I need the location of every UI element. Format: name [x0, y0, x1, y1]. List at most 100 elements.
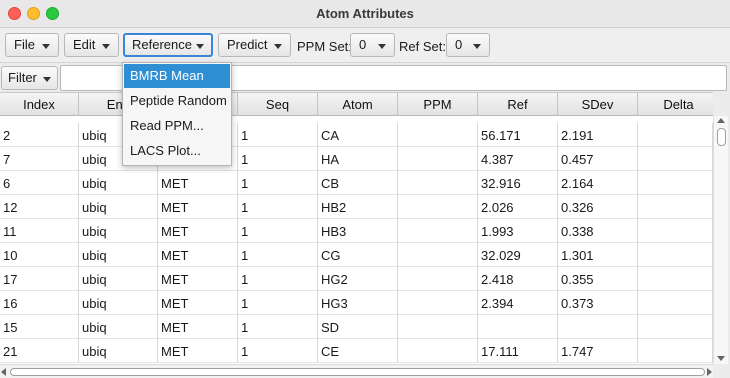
cell-seq: 1	[238, 339, 318, 363]
cell-delta	[638, 195, 713, 219]
cell-index: 11	[0, 219, 79, 243]
cell-sdev: 0.355	[558, 267, 638, 291]
cell-ppm[interactable]	[398, 315, 478, 339]
column-header-ppm[interactable]: PPM	[398, 93, 478, 116]
cell-entity: ubiq	[79, 171, 158, 195]
cell-residue: MET	[158, 315, 238, 339]
predict-menu-label: Predict	[227, 37, 268, 52]
column-header-seq[interactable]: Seq	[238, 93, 318, 116]
cell-ppm[interactable]	[398, 123, 478, 147]
cell-ref: 2.026	[478, 195, 558, 219]
table-row[interactable]: 17 ubiq MET 1 HG2 2.418 0.355	[0, 267, 713, 291]
cell-delta	[638, 243, 713, 267]
toolbar: File Edit Reference Predict PPM Set: 0 R…	[0, 29, 730, 63]
cell-ref: 56.171	[478, 123, 558, 147]
cell-ppm[interactable]	[398, 147, 478, 171]
title-bar: Atom Attributes	[0, 0, 730, 28]
edit-menu-button[interactable]: Edit	[64, 33, 119, 57]
column-header-atom[interactable]: Atom	[318, 93, 398, 116]
cell-atom: CA	[318, 123, 398, 147]
filter-bar: Filter	[0, 64, 730, 92]
cell-sdev: 0.338	[558, 219, 638, 243]
table-row[interactable]: 6 ubiq MET 1 CB 32.916 2.164	[0, 171, 713, 195]
table-row[interactable]: 7 ubiq 1 HA 4.387 0.457	[0, 147, 713, 171]
cell-delta	[638, 315, 713, 339]
cell-atom: CB	[318, 171, 398, 195]
file-menu-button[interactable]: File	[5, 33, 59, 57]
cell-ppm[interactable]	[398, 219, 478, 243]
cell-delta	[638, 123, 713, 147]
cell-seq: 1	[238, 123, 318, 147]
predict-menu-button[interactable]: Predict	[218, 33, 291, 57]
cell-delta	[638, 291, 713, 315]
column-header-delta[interactable]: Delta	[638, 93, 713, 116]
cell-sdev: 2.191	[558, 123, 638, 147]
cell-atom: HA	[318, 147, 398, 171]
filter-select[interactable]: Filter	[1, 66, 58, 90]
cell-index: 15	[0, 315, 79, 339]
cell-delta	[638, 147, 713, 171]
ppm-set-select[interactable]: 0	[350, 33, 395, 57]
scroll-up-icon[interactable]	[717, 118, 725, 123]
cell-ppm[interactable]	[398, 243, 478, 267]
menu-item-peptide-random[interactable]: Peptide Random	[124, 89, 230, 113]
horizontal-scrollbar[interactable]	[0, 364, 713, 378]
menu-item-lacs-plot[interactable]: LACS Plot...	[124, 139, 230, 163]
cell-seq: 1	[238, 243, 318, 267]
ref-set-label: Ref Set:	[399, 39, 446, 54]
cell-seq: 1	[238, 147, 318, 171]
table-row[interactable]: 10 ubiq MET 1 CG 32.029 1.301	[0, 243, 713, 267]
table-row[interactable]: 21 ubiq MET 1 CE 17.111 1.747	[0, 339, 713, 363]
cell-atom: HB3	[318, 219, 398, 243]
filter-label: Filter	[8, 70, 37, 85]
cell-sdev	[558, 315, 638, 339]
menu-item-bmrb-mean[interactable]: BMRB Mean	[124, 64, 230, 88]
table-row[interactable]: 15 ubiq MET 1 SD	[0, 315, 713, 339]
scroll-down-icon[interactable]	[717, 356, 725, 361]
column-header-index[interactable]: Index	[0, 93, 79, 116]
cell-residue: MET	[158, 339, 238, 363]
column-header-sdev[interactable]: SDev	[558, 93, 638, 116]
cell-ref: 4.387	[478, 147, 558, 171]
cell-delta	[638, 171, 713, 195]
cell-delta	[638, 339, 713, 363]
column-header-ref[interactable]: Ref	[478, 93, 558, 116]
cell-ppm[interactable]	[398, 267, 478, 291]
cell-ppm[interactable]	[398, 339, 478, 363]
table-row[interactable]: 11 ubiq MET 1 HB3 1.993 0.338	[0, 219, 713, 243]
cell-entity: ubiq	[79, 291, 158, 315]
cell-delta	[638, 267, 713, 291]
scroll-right-icon[interactable]	[707, 368, 712, 376]
cell-seq: 1	[238, 195, 318, 219]
scroll-left-icon[interactable]	[1, 368, 6, 376]
vertical-scrollbar[interactable]	[713, 116, 728, 364]
table-row[interactable]: 16 ubiq MET 1 HG3 2.394 0.373	[0, 291, 713, 315]
atom-table: Index Enti Seq Atom PPM Ref SDev Delta 2…	[0, 92, 713, 364]
ref-set-value: 0	[455, 37, 463, 52]
cell-seq: 1	[238, 219, 318, 243]
chevron-down-icon	[274, 44, 282, 49]
cell-ppm[interactable]	[398, 171, 478, 195]
reference-menu-button[interactable]: Reference	[123, 33, 213, 57]
vertical-scroll-thumb[interactable]	[717, 128, 726, 146]
cell-residue: MET	[158, 195, 238, 219]
cell-ppm[interactable]	[398, 291, 478, 315]
cell-entity: ubiq	[79, 219, 158, 243]
menu-item-read-ppm[interactable]: Read PPM...	[124, 114, 230, 138]
table-row[interactable]: 12 ubiq MET 1 HB2 2.026 0.326	[0, 195, 713, 219]
cell-index: 16	[0, 291, 79, 315]
cell-ppm[interactable]	[398, 195, 478, 219]
cell-residue: MET	[158, 291, 238, 315]
cell-atom: CE	[318, 339, 398, 363]
window-title: Atom Attributes	[316, 6, 414, 21]
chevron-down-icon	[43, 77, 51, 82]
cell-atom: SD	[318, 315, 398, 339]
cell-seq: 1	[238, 291, 318, 315]
cell-residue: MET	[158, 243, 238, 267]
horizontal-scroll-thumb[interactable]	[10, 368, 705, 376]
edit-menu-label: Edit	[73, 37, 96, 52]
ref-set-select[interactable]: 0	[446, 33, 490, 57]
table-row[interactable]: 2 ubiq 1 CA 56.171 2.191	[0, 123, 713, 147]
cell-sdev: 1.301	[558, 243, 638, 267]
reference-menu-label: Reference	[132, 37, 192, 52]
